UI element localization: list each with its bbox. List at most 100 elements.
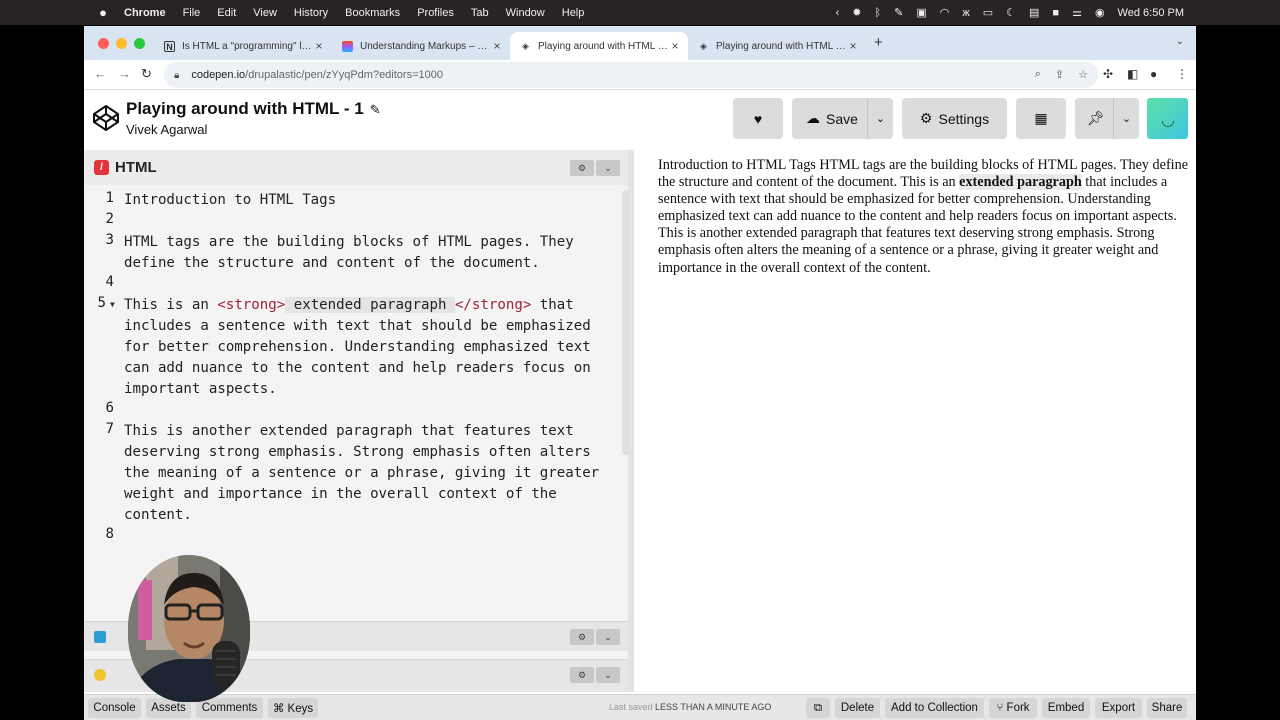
butterfly-icon[interactable]: ж bbox=[962, 7, 969, 19]
comments-button[interactable]: Comments bbox=[196, 698, 263, 718]
close-tab-icon[interactable]: × bbox=[668, 39, 682, 53]
menu-app-name[interactable]: Chrome bbox=[124, 7, 166, 19]
fork-button[interactable]: ⑂ Fork bbox=[989, 698, 1037, 718]
profile-avatar-icon[interactable]: ● bbox=[1150, 67, 1157, 81]
screen-icon[interactable]: ▣ bbox=[916, 6, 926, 19]
css-settings-gear-icon[interactable]: ⚙ bbox=[570, 629, 594, 645]
new-tab-plus-icon[interactable]: + bbox=[874, 34, 883, 51]
menu-file[interactable]: File bbox=[183, 7, 201, 19]
address-bar[interactable]: 🔒︎ codepen.io/drupalastic/pen/zYyqPdm?ed… bbox=[164, 62, 1098, 88]
extensions-puzzle-icon[interactable]: ✣ bbox=[1103, 67, 1113, 81]
zoom-window-button[interactable] bbox=[134, 38, 145, 49]
line-number: 7 bbox=[105, 421, 115, 437]
bookmark-star-icon[interactable]: ☆ bbox=[1078, 68, 1088, 81]
pen-title-text: Playing around with HTML - 1 bbox=[126, 99, 364, 118]
code-highlighted-text: extended paragraph bbox=[285, 297, 455, 313]
clock[interactable]: Wed 6:50 PM bbox=[1118, 7, 1184, 19]
browser-menu-icon[interactable]: ⋮ bbox=[1176, 67, 1188, 81]
wifi-icon[interactable]: ◠ bbox=[940, 6, 950, 19]
line-number: 6 bbox=[105, 400, 115, 416]
browser-tab-3[interactable]: ◈ Playing around with HTML - 1 × bbox=[510, 32, 688, 60]
url-path: /drupalastic/pen/zYyqPdm?editors=1000 bbox=[245, 69, 443, 81]
back-arrow-icon[interactable]: ← bbox=[94, 66, 107, 81]
battery-icon[interactable]: ▭ bbox=[983, 6, 993, 19]
pen-author[interactable]: Vivek Agarwal bbox=[126, 122, 207, 137]
browser-tab-4[interactable]: ◈ Playing around with HTML - 2 × bbox=[688, 32, 866, 60]
reload-icon[interactable]: ↻ bbox=[141, 66, 152, 82]
fork-icon: ⑂ bbox=[996, 702, 1004, 714]
delete-button[interactable]: Delete bbox=[835, 698, 880, 718]
browser-tab-2[interactable]: Understanding Markups – Fig.Ja × bbox=[332, 32, 510, 60]
save-button[interactable]: ☁ Save ⌄ bbox=[792, 98, 893, 139]
editor-scrollbar[interactable] bbox=[622, 190, 630, 455]
lock-icon[interactable]: 🔒︎ bbox=[174, 70, 179, 81]
share-button[interactable]: Share bbox=[1147, 698, 1187, 718]
css-badge-icon bbox=[94, 631, 106, 643]
console-button[interactable]: Console bbox=[88, 698, 141, 718]
user-avatar[interactable]: ◡ bbox=[1147, 98, 1188, 139]
settings-button[interactable]: ⚙ Settings bbox=[902, 98, 1007, 139]
record-icon[interactable]: ■ bbox=[1052, 7, 1059, 19]
browser-window: N Is HTML a "programming" lang × Underst… bbox=[84, 26, 1196, 720]
browser-tab-1[interactable]: N Is HTML a "programming" lang × bbox=[154, 32, 332, 60]
pencil-edit-icon[interactable]: ✎ bbox=[370, 102, 381, 117]
side-panel-icon[interactable]: ◧ bbox=[1127, 67, 1138, 81]
pin-button[interactable]: 📌︎ ⌄ bbox=[1075, 98, 1139, 139]
keys-button[interactable]: ⌘ Keys bbox=[268, 698, 318, 718]
change-view-button[interactable]: ▦ bbox=[1016, 98, 1066, 139]
display-icon[interactable]: ▤ bbox=[1029, 6, 1039, 19]
line-number: 1 bbox=[105, 190, 115, 206]
menu-bookmarks[interactable]: Bookmarks bbox=[345, 7, 400, 19]
line-number: 4 bbox=[105, 274, 115, 290]
close-window-button[interactable] bbox=[98, 38, 109, 49]
control-center-icon[interactable]: ⚌ bbox=[1072, 6, 1082, 19]
pen-title[interactable]: Playing around with HTML - 1 ✎ bbox=[126, 99, 381, 119]
moon-icon[interactable]: ☾ bbox=[1006, 6, 1016, 19]
menu-tab[interactable]: Tab bbox=[471, 7, 489, 19]
bluetooth-icon[interactable]: ᛒ bbox=[875, 7, 882, 19]
code-line: for better comprehension. Understanding … bbox=[124, 339, 591, 355]
close-tab-icon[interactable]: × bbox=[846, 39, 860, 53]
menu-edit[interactable]: Edit bbox=[217, 7, 236, 19]
apple-menu-icon[interactable]: ● bbox=[96, 5, 110, 20]
html-badge-icon: / bbox=[94, 160, 109, 175]
macos-menubar: ● Chrome File Edit View History Bookmark… bbox=[0, 0, 1280, 25]
chevron-left-icon[interactable]: ‹ bbox=[836, 7, 840, 19]
pin-dropdown-chevron-icon[interactable]: ⌄ bbox=[1113, 98, 1139, 139]
export-button[interactable]: Export bbox=[1095, 698, 1142, 718]
heart-button[interactable]: ♥ bbox=[733, 98, 783, 139]
menu-window[interactable]: Window bbox=[506, 7, 545, 19]
editor-settings-gear-icon[interactable]: ⚙ bbox=[570, 160, 594, 176]
minimize-window-button[interactable] bbox=[116, 38, 127, 49]
code-line: define the structure and content of the … bbox=[124, 255, 540, 271]
menu-profiles[interactable]: Profiles bbox=[417, 7, 454, 19]
js-settings-gear-icon[interactable]: ⚙ bbox=[570, 667, 594, 683]
editor-collapse-chevron-icon[interactable]: ⌄ bbox=[596, 160, 620, 176]
add-to-collection-button[interactable]: Add to Collection bbox=[885, 698, 984, 718]
close-tab-icon[interactable]: × bbox=[312, 39, 326, 53]
menu-view[interactable]: View bbox=[253, 7, 277, 19]
pen-icon[interactable]: ✎ bbox=[894, 6, 903, 19]
last-saved-label: Last saved bbox=[609, 702, 653, 712]
menu-history[interactable]: History bbox=[294, 7, 328, 19]
js-badge-icon bbox=[94, 669, 106, 681]
heart-icon: ♥ bbox=[753, 110, 763, 127]
codepen-icon: ◈ bbox=[700, 40, 707, 51]
tab-search-chevron-icon[interactable]: ⌄ bbox=[1176, 36, 1184, 47]
close-tab-icon[interactable]: × bbox=[490, 39, 504, 53]
save-dropdown-chevron-icon[interactable]: ⌄ bbox=[867, 98, 893, 139]
css-expand-chevron-icon[interactable]: ⌄ bbox=[596, 629, 620, 645]
share-icon[interactable]: ⇪ bbox=[1055, 68, 1064, 81]
embed-button[interactable]: Embed bbox=[1042, 698, 1090, 718]
zoom-icon[interactable]: ⌕ bbox=[1035, 68, 1041, 81]
menu-help[interactable]: Help bbox=[562, 7, 585, 19]
fold-triangle-icon[interactable]: ▼ bbox=[110, 300, 115, 309]
codepen-logo-icon[interactable] bbox=[92, 104, 120, 137]
open-external-button[interactable]: ⧉ bbox=[806, 698, 830, 718]
js-expand-chevron-icon[interactable]: ⌄ bbox=[596, 667, 620, 683]
code-line: This is another extended paragraph that … bbox=[124, 423, 574, 439]
sun-icon[interactable]: ✹ bbox=[852, 6, 861, 19]
code-line: Introduction to HTML Tags bbox=[124, 192, 337, 208]
siri-icon[interactable]: ◉ bbox=[1095, 6, 1105, 19]
forward-arrow-icon[interactable]: → bbox=[118, 66, 131, 81]
